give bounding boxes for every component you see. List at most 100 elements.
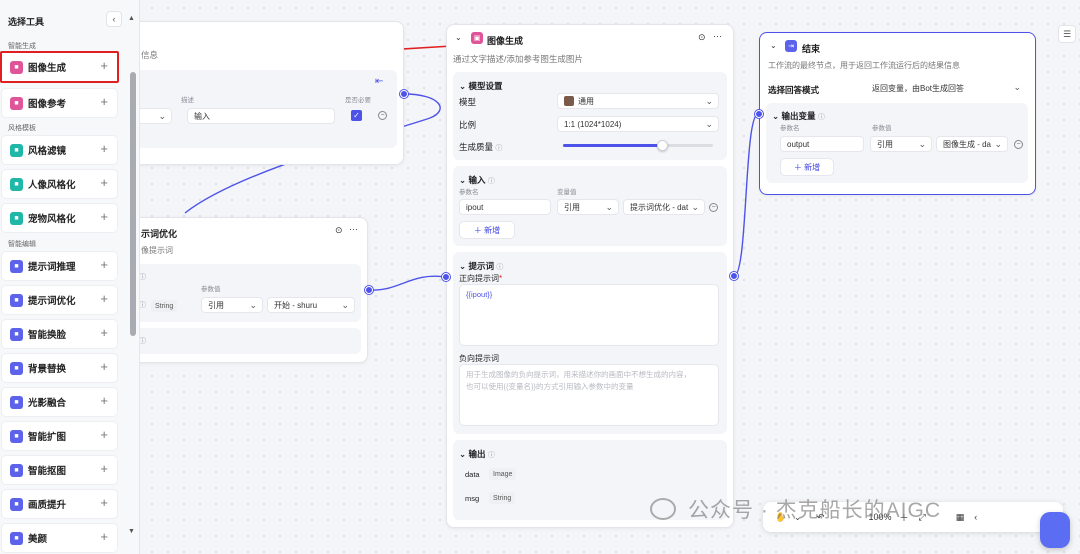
negative-prompt-textarea[interactable]: 用于生成图像的负向提示词，用来描述你的画面中不想生成的内容， 也可以使用{{变量… (459, 364, 719, 426)
input-ref-value-select[interactable]: 提示词优化 - dat ⌄ (623, 199, 705, 215)
add-icon[interactable]: + (100, 462, 108, 475)
end-node[interactable]: ⌄ ⇥ 结束 工作流的最终节点，用于返回工作流运行后的结果信息 选择回答模式 返… (759, 32, 1036, 195)
image-ref-icon: ■ (10, 96, 23, 110)
end-param-value-header: 参数值 (872, 125, 892, 132)
model-settings-heading: ⌄ 模型设置 (459, 81, 503, 91)
add-icon[interactable]: + (100, 496, 108, 509)
positive-prompt-textarea[interactable]: {{ipout}} (459, 284, 719, 346)
input-section: ⌄ 输入 ⓘ 参数名 变量值 ipout 引用 ⌄ 提示词优化 - dat ⌄ − … (453, 166, 727, 246)
collapse-toolbar-icon[interactable]: ‹ (974, 512, 977, 522)
sidebar-item-prompt-infer[interactable]: ■ 提示词推理 + (1, 251, 118, 281)
start-desc-input[interactable]: 输入 (187, 108, 335, 124)
end-input-port[interactable] (755, 110, 763, 118)
layout-icon[interactable]: ▦ (956, 512, 965, 523)
sidebar-item-expand[interactable]: ■ 智能扩图 + (1, 421, 118, 451)
end-ref-type-select[interactable]: 引用 ⌄ (870, 136, 932, 152)
remove-input-icon[interactable]: − (709, 203, 718, 212)
sidebar-item-beauty[interactable]: ■ 美颜 + (1, 523, 118, 553)
image-gen-icon: ▣ (471, 32, 483, 44)
input-param-name[interactable]: ipout (459, 199, 551, 215)
optimizer-title: 示词优化 (141, 229, 178, 239)
answer-mode-label: 选择回答模式 (768, 85, 820, 95)
quality-icon: ■ (10, 497, 23, 511)
sidebar-scrollbar[interactable] (130, 72, 136, 336)
start-node[interactable]: 信息 ⇤ 描述 是否必要 ⌄ 输入 ✓ − (112, 21, 404, 165)
optimizer-output-port[interactable] (365, 286, 373, 294)
answer-mode-select[interactable]: 返回变量，由Bot生成回答 ⌄ (866, 80, 1026, 96)
sidebar-item-image-gen[interactable]: ■ 图像生成 + (0, 51, 119, 83)
image-gen-icon: ■ (10, 60, 23, 74)
quality-slider[interactable] (563, 140, 713, 151)
info-icon: ⓘ (139, 338, 146, 345)
beauty-icon: ■ (10, 531, 23, 545)
scroll-down-icon[interactable]: ▼ (128, 528, 135, 535)
more-icon[interactable]: ··· (349, 224, 358, 234)
sidebar-item-quality[interactable]: ■ 画质提升 + (1, 489, 118, 519)
required-checkbox[interactable]: ✓ (351, 110, 362, 121)
add-icon[interactable]: + (100, 292, 108, 305)
image-gen-input-port[interactable] (442, 273, 450, 281)
var-value-header: 变量值 (557, 189, 577, 196)
model-select[interactable]: 通用 ⌄ (557, 93, 719, 109)
add-icon[interactable]: + (100, 428, 108, 441)
ratio-label: 比例 (459, 120, 477, 130)
prompt-section: ⌄ 提示词 ⓘ 正向提示词* {{ipout}} 负向提示词 用于生成图像的负向… (453, 252, 727, 434)
run-icon[interactable]: ⊙ (698, 32, 706, 43)
sidebar-item-image-ref[interactable]: ■ 图像参考 + (1, 88, 118, 118)
end-param-name[interactable]: output (780, 136, 864, 152)
scroll-up-icon[interactable]: ▲ (128, 15, 135, 22)
image-gen-node[interactable]: ⌄ ▣ 图像生成 ⊙ ··· 通过文字描述/添加参考图生成图片 ⌄ 模型设置 模… (446, 24, 734, 528)
ref-type-select[interactable]: 引用 ⌄ (201, 297, 263, 313)
add-icon[interactable]: + (100, 258, 108, 271)
run-icon[interactable]: ⊙ (335, 225, 343, 236)
prompt-optimizer-node[interactable]: 示词优化 ⊙ ··· 像提示词 ⓘ 参数值 ⓘ String 引用 ⌄ 开始 - … (112, 217, 368, 363)
sidebar-item-portrait[interactable]: ■ 人像风格化 + (1, 169, 118, 199)
more-icon[interactable]: ··· (713, 31, 722, 41)
category-label: 智能编辑 (8, 241, 36, 248)
quality-slider-handle[interactable] (657, 140, 668, 151)
ref-value-select[interactable]: 开始 - shuru ⌄ (267, 297, 355, 313)
model-avatar-icon (564, 96, 574, 106)
input-ref-type-select[interactable]: 引用 ⌄ (557, 199, 619, 215)
add-icon[interactable]: + (100, 142, 108, 155)
sidebar-item-filter[interactable]: ■ 风格滤镜 + (1, 135, 118, 165)
sidebar-item-label: 美颜 (28, 534, 48, 545)
sidebar-item-pet[interactable]: ■ 宠物风格化 + (1, 203, 118, 233)
add-icon[interactable]: + (100, 360, 108, 373)
remove-param-icon[interactable]: − (378, 111, 387, 120)
sidebar-item-light[interactable]: ■ 光影融合 + (1, 387, 118, 417)
sidebar-item-label: 图像生成 (28, 63, 67, 74)
collapse-chevron-icon[interactable]: ⌄ (770, 41, 777, 50)
add-output-button[interactable]: ＋ 新增 (780, 158, 834, 176)
sidebar-item-prompt-opt[interactable]: ■ 提示词优化 + (1, 285, 118, 315)
start-node-subtitle: 信息 (141, 50, 159, 60)
sidebar-item-cutout[interactable]: ■ 智能抠图 + (1, 455, 118, 485)
sidebar-collapse-button[interactable]: ‹ (106, 11, 122, 27)
add-icon[interactable]: + (100, 95, 108, 108)
add-icon[interactable]: + (100, 59, 108, 72)
add-icon[interactable]: + (100, 394, 108, 407)
add-icon[interactable]: + (100, 176, 108, 189)
image-gen-desc: 通过文字描述/添加参考图生成图片 (453, 54, 583, 64)
end-ref-value-select[interactable]: 图像生成 - da ⌄ (936, 136, 1008, 152)
watermark: 公众号 · 杰克船长的AIGC (650, 494, 941, 524)
input-heading: ⌄ 输入 ⓘ (459, 175, 495, 185)
start-output-port[interactable] (400, 90, 408, 98)
add-input-button[interactable]: ＋ 新增 (459, 221, 515, 239)
add-icon[interactable]: + (100, 210, 108, 223)
category-label: 智能生成 (8, 43, 36, 50)
add-icon[interactable]: + (100, 530, 108, 543)
output-heading: ⌄ 输出 ⓘ (459, 449, 495, 459)
exit-icon[interactable]: ⇤ (375, 76, 383, 87)
sidebar-item-label: 风格滤镜 (28, 146, 67, 157)
ratio-select[interactable]: 1:1 (1024*1024) ⌄ (557, 116, 719, 132)
sidebar-item-bg-replace[interactable]: ■ 背景替换 + (1, 353, 118, 383)
image-gen-output-port[interactable] (730, 272, 738, 280)
add-icon[interactable]: + (100, 326, 108, 339)
collapse-chevron-icon[interactable]: ⌄ (455, 33, 462, 42)
panel-toggle-icon[interactable]: ☰ (1058, 25, 1076, 43)
assistant-mascot-icon[interactable] (1040, 512, 1070, 548)
sidebar-item-label: 智能扩图 (28, 432, 67, 443)
remove-output-icon[interactable]: − (1014, 140, 1023, 149)
sidebar-item-face-swap[interactable]: ■ 智能换脸 + (1, 319, 118, 349)
